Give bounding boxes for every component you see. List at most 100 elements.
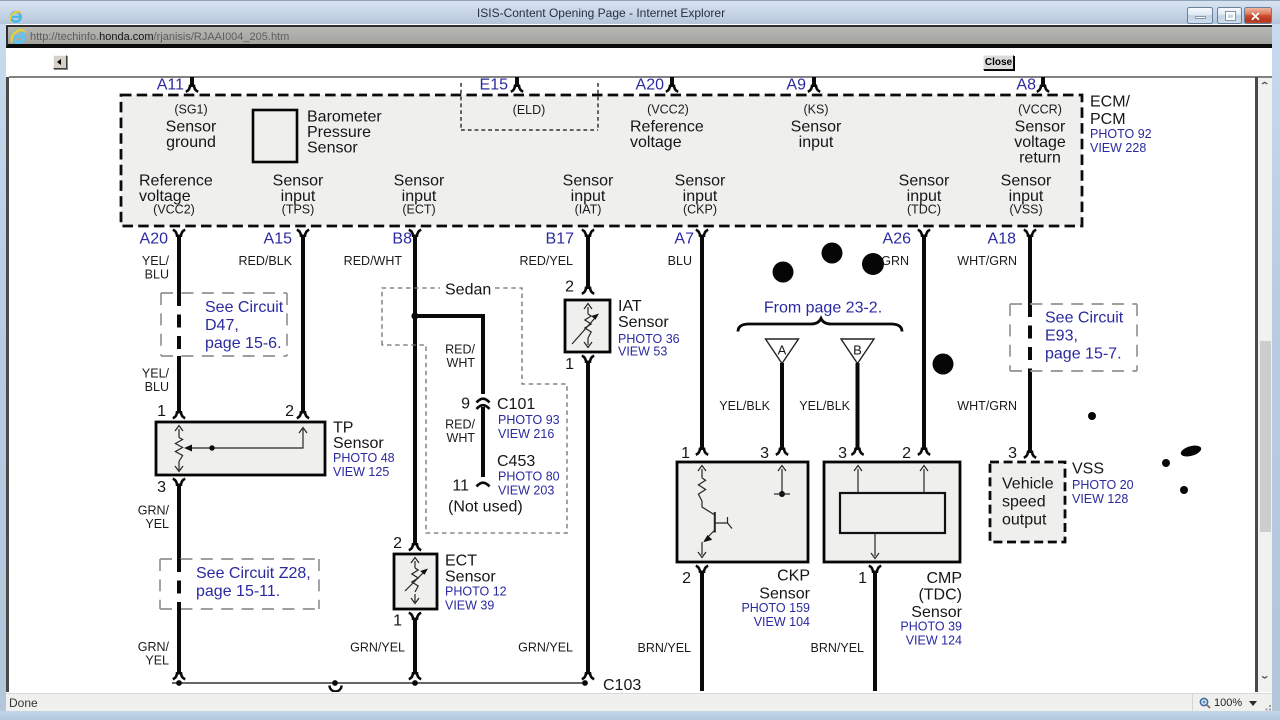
svg-text:A15: A15	[264, 231, 293, 248]
svg-text:Sensor: Sensor	[1015, 119, 1066, 136]
svg-text:voltage: voltage	[630, 134, 682, 151]
svg-text:PHOTO 20: PHOTO 20	[1072, 478, 1134, 492]
svg-text:Sensor: Sensor	[166, 119, 217, 136]
svg-text:(TDC): (TDC)	[907, 203, 941, 217]
svg-text:CKP: CKP	[777, 568, 810, 585]
svg-text:VIEW 128: VIEW 128	[1072, 492, 1128, 506]
svg-text:input: input	[799, 134, 834, 151]
svg-text:Sensor: Sensor	[333, 435, 384, 452]
svg-text:WHT/GRN: WHT/GRN	[957, 399, 1017, 413]
svg-text:Reference: Reference	[630, 119, 704, 136]
svg-text:Sensor: Sensor	[791, 119, 842, 136]
svg-text:PHOTO 12: PHOTO 12	[445, 585, 507, 599]
svg-text:voltage: voltage	[1014, 134, 1066, 151]
svg-text:1: 1	[858, 570, 867, 587]
svg-text:C103: C103	[603, 677, 641, 692]
svg-text:CMP: CMP	[926, 570, 962, 587]
svg-text:YEL/: YEL/	[142, 254, 170, 268]
svg-text:A: A	[778, 343, 787, 358]
svg-text:(VCC2): (VCC2)	[153, 203, 195, 217]
svg-text:return: return	[1019, 150, 1061, 167]
svg-text:GRN/YEL: GRN/YEL	[518, 641, 573, 655]
svg-text:Sensor: Sensor	[563, 173, 614, 190]
svg-text:(ECT): (ECT)	[402, 203, 435, 217]
svg-text:YEL/: YEL/	[142, 367, 170, 381]
svg-text:2: 2	[565, 279, 574, 296]
svg-text:B: B	[853, 343, 862, 358]
svg-text:BLU: BLU	[145, 380, 169, 394]
svg-text:PHOTO 159: PHOTO 159	[741, 601, 810, 615]
svg-text:VIEW 53: VIEW 53	[618, 345, 667, 359]
svg-text:(VCCR): (VCCR)	[1018, 103, 1062, 117]
svg-text:BRN/YEL: BRN/YEL	[638, 641, 692, 655]
svg-text:VIEW 104: VIEW 104	[754, 615, 810, 629]
svg-text:See Circuit: See Circuit	[205, 299, 284, 316]
svg-text:Vehicle: Vehicle	[1002, 476, 1054, 493]
svg-text:PHOTO 80: PHOTO 80	[498, 470, 560, 484]
svg-text:RED/WHT: RED/WHT	[344, 254, 403, 268]
svg-text:1: 1	[157, 403, 166, 420]
svg-text:RED/: RED/	[445, 343, 475, 357]
svg-text:VSS: VSS	[1072, 461, 1104, 478]
svg-text:Sensor: Sensor	[618, 314, 669, 331]
svg-text:2: 2	[285, 403, 294, 420]
svg-text:WHT/GRN: WHT/GRN	[957, 254, 1017, 268]
svg-text:A7: A7	[674, 231, 694, 248]
svg-text:Sensor: Sensor	[759, 586, 810, 603]
svg-text:PHOTO 48: PHOTO 48	[333, 451, 395, 465]
svg-text:PHOTO 39: PHOTO 39	[900, 620, 962, 634]
svg-text:VIEW 203: VIEW 203	[498, 484, 554, 498]
svg-text:WHT: WHT	[447, 431, 476, 445]
svg-text:Sensor: Sensor	[273, 173, 324, 190]
svg-text:ground: ground	[166, 134, 216, 151]
svg-text:RED/: RED/	[445, 418, 475, 432]
svg-text:RED/YEL: RED/YEL	[520, 254, 574, 268]
svg-text:B8: B8	[392, 231, 412, 248]
svg-text:VIEW 39: VIEW 39	[445, 599, 494, 613]
svg-text:WHT: WHT	[447, 356, 476, 370]
svg-text:(IAT): (IAT)	[575, 203, 602, 217]
svg-text:BLU: BLU	[145, 268, 169, 282]
svg-text:1: 1	[681, 445, 690, 462]
svg-text:IAT: IAT	[618, 298, 642, 315]
svg-text:VIEW 124: VIEW 124	[906, 634, 962, 648]
svg-text:(VSS): (VSS)	[1009, 203, 1042, 217]
svg-text:2: 2	[902, 445, 911, 462]
svg-text:11: 11	[452, 478, 469, 495]
svg-text:(KS): (KS)	[804, 103, 829, 117]
svg-text:3: 3	[760, 445, 769, 462]
svg-text:See Circuit: See Circuit	[1045, 310, 1124, 327]
svg-text:Barometer: Barometer	[307, 109, 382, 126]
svg-text:A11: A11	[157, 77, 184, 94]
svg-text:3: 3	[1008, 445, 1017, 462]
svg-text:YEL: YEL	[145, 654, 169, 668]
svg-text:Sensor: Sensor	[899, 173, 950, 190]
svg-text:See Circuit Z28,: See Circuit Z28,	[196, 565, 311, 582]
svg-text:(TDC): (TDC)	[918, 587, 962, 604]
svg-text:A8: A8	[1016, 77, 1036, 94]
svg-text:speed: speed	[1002, 494, 1046, 511]
svg-text:Sensor: Sensor	[911, 604, 962, 621]
svg-text:Sensor: Sensor	[675, 173, 726, 190]
svg-text:GRN/: GRN/	[138, 640, 170, 654]
svg-text:VIEW 125: VIEW 125	[333, 465, 389, 479]
svg-text:RED/BLK: RED/BLK	[239, 254, 293, 268]
svg-text:YEL/BLK: YEL/BLK	[719, 399, 770, 413]
svg-text:BLU: BLU	[668, 254, 692, 268]
svg-text:C453: C453	[497, 453, 535, 470]
svg-text:3: 3	[838, 445, 847, 462]
svg-text:2: 2	[682, 570, 691, 587]
svg-text:PCM: PCM	[1090, 111, 1126, 128]
svg-text:Pressure: Pressure	[307, 124, 371, 141]
svg-text:PHOTO 92: PHOTO 92	[1090, 127, 1152, 141]
svg-text:PHOTO 93: PHOTO 93	[498, 413, 560, 427]
svg-text:GRN: GRN	[881, 254, 909, 268]
svg-text:YEL/BLK: YEL/BLK	[799, 399, 850, 413]
svg-text:ECT: ECT	[445, 553, 477, 570]
svg-text:A20: A20	[636, 77, 665, 94]
svg-text:page 15-11.: page 15-11.	[196, 583, 280, 600]
svg-text:9: 9	[461, 396, 470, 413]
svg-text:D47,: D47,	[205, 317, 239, 334]
svg-text:E15: E15	[480, 77, 509, 94]
svg-text:1: 1	[565, 356, 574, 373]
